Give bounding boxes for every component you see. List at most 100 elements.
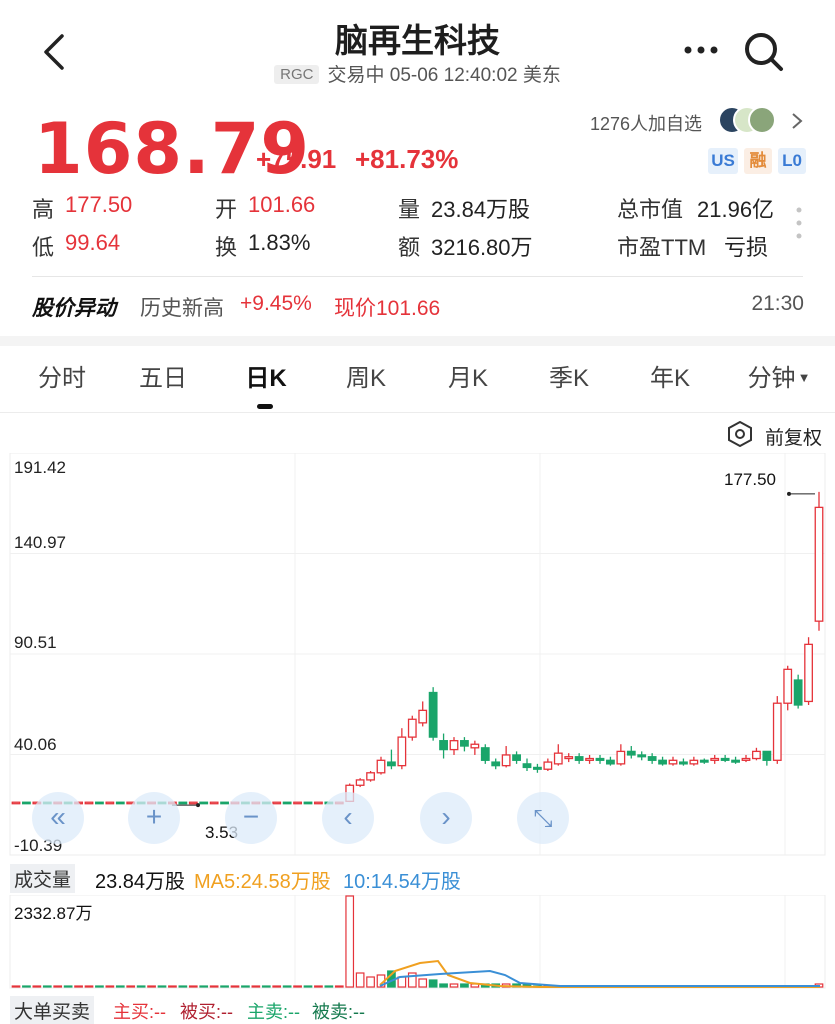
tab-daily-k[interactable]: 日K xyxy=(234,358,298,393)
volume-bar xyxy=(74,985,83,988)
tab-monthly-k[interactable]: 月K xyxy=(436,358,500,393)
candle-body xyxy=(220,801,229,805)
volume-bar xyxy=(272,985,282,988)
candle-body xyxy=(376,759,386,774)
turnover-label: 换 xyxy=(215,235,238,260)
candle-body xyxy=(814,506,824,622)
volume-value: 23.84万股 xyxy=(95,871,186,893)
chevron-left-icon: ‹ xyxy=(343,801,353,832)
volume-bar xyxy=(63,985,73,988)
price-alert-row[interactable]: 股价异动 历史新高 +9.45% 现价101.66 21:30 xyxy=(32,292,804,322)
more-button[interactable] xyxy=(682,40,722,60)
passive-sell: 被卖:-- xyxy=(312,1002,365,1022)
candle-body xyxy=(762,750,772,761)
active-buy: 主买:-- xyxy=(113,1002,166,1022)
tab-intraday[interactable]: 分时 xyxy=(30,358,94,393)
candle-body xyxy=(689,759,699,765)
search-icon xyxy=(745,33,783,71)
volume-max-label: 2332.87万 xyxy=(14,904,93,923)
candle-body xyxy=(282,801,292,805)
candle-body xyxy=(188,801,198,805)
adjust-label: 前复权 xyxy=(765,428,823,449)
avatar xyxy=(748,106,776,134)
price-change: +75.91 xyxy=(256,144,337,174)
candle-body xyxy=(209,801,219,805)
volume-bar xyxy=(282,985,292,988)
volume-bar xyxy=(241,985,250,988)
chevron-right-icon: › xyxy=(441,801,451,832)
pe-value: 亏损 xyxy=(724,235,769,260)
volume-ma10: 10:14.54万股 xyxy=(343,871,461,893)
volume-bar xyxy=(84,985,94,988)
candle-body xyxy=(553,752,563,765)
volume-bar xyxy=(324,985,334,988)
tab-quarterly-k[interactable]: 季K xyxy=(537,358,601,393)
scroll-right-button[interactable]: › xyxy=(420,792,472,844)
volume-bar xyxy=(199,985,209,988)
candle-body xyxy=(178,801,188,805)
low-label: 低 xyxy=(32,235,55,260)
volume-bar xyxy=(220,985,229,988)
tab-minute[interactable]: 分钟 ▼ xyxy=(744,358,814,393)
candle-body xyxy=(731,759,740,763)
high-value: 177.50 xyxy=(65,192,133,217)
more-stats-handle[interactable] xyxy=(795,206,803,240)
status-line: RGC 交易中 05-06 12:40:02 美东 xyxy=(0,60,835,87)
candle-body xyxy=(585,757,594,761)
tab-weekly-k[interactable]: 周K xyxy=(334,358,398,393)
volume-ma5: MA5:24.58万股 xyxy=(194,871,331,893)
scroll-far-left-button[interactable]: « xyxy=(32,792,84,844)
zoom-in-button[interactable]: + xyxy=(128,792,180,844)
fullscreen-button[interactable]: ⤡ xyxy=(517,792,569,844)
candle-body xyxy=(679,761,688,765)
volume-indicator-label[interactable]: 成交量 xyxy=(10,864,76,893)
candle-body xyxy=(449,740,459,751)
trade-status: 交易中 05-06 12:40:02 美东 xyxy=(327,65,561,86)
amount-label: 额 xyxy=(398,235,421,260)
volume-frame xyxy=(9,895,826,989)
candle-body xyxy=(293,801,302,805)
volume-bar xyxy=(42,985,52,988)
candle-body xyxy=(397,736,407,767)
max-price-label: 177.50 xyxy=(724,470,776,489)
low-value: 99.64 xyxy=(65,230,121,255)
candlestick-chart[interactable] xyxy=(0,453,835,858)
volume-chart[interactable] xyxy=(0,895,835,990)
volume-bar xyxy=(303,985,313,988)
volume-bar xyxy=(105,985,115,988)
candle-body xyxy=(105,801,115,805)
high-label: 高 xyxy=(32,197,55,222)
volume-bar xyxy=(22,985,31,988)
adjust-toggle[interactable]: 前复权 xyxy=(727,421,827,449)
scroll-left-button[interactable]: ‹ xyxy=(322,792,374,844)
volume-bar xyxy=(168,985,177,988)
amount-value: 3216.80万 xyxy=(431,235,533,260)
pe-label: 市盈TTM xyxy=(617,235,707,260)
alert-pct: +9.45% xyxy=(240,292,312,315)
y-tick-label: 140.97 xyxy=(14,533,66,552)
alert-price: 现价101.66 xyxy=(334,297,441,320)
candle-body xyxy=(366,772,375,781)
active-sell: 主卖:-- xyxy=(247,1002,300,1022)
volume-bar xyxy=(293,985,302,988)
candle-body xyxy=(428,691,438,738)
big-order-row: 大单买卖 主买:-- 被买:-- 主卖:-- 被卖:-- xyxy=(8,994,828,1024)
candle-body xyxy=(658,759,667,765)
market-badge: US xyxy=(708,148,738,174)
volume-bar xyxy=(460,983,469,988)
search-button[interactable] xyxy=(742,30,786,74)
candle-body xyxy=(303,801,313,805)
candle-body xyxy=(668,759,678,765)
big-order-label[interactable]: 大单买卖 xyxy=(10,996,95,1024)
active-tab-indicator xyxy=(257,404,273,409)
section-gap xyxy=(0,336,835,346)
tab-five-day[interactable]: 五日 xyxy=(131,358,195,393)
level-badge: L0 xyxy=(778,148,806,174)
tab-yearly-k[interactable]: 年K xyxy=(638,358,702,393)
volume-bar xyxy=(314,985,323,988)
zoom-out-button[interactable]: − xyxy=(225,792,277,844)
candle-body xyxy=(22,801,31,805)
volume-bar xyxy=(418,978,428,988)
candle-body xyxy=(574,756,584,761)
candle-body xyxy=(460,740,469,747)
